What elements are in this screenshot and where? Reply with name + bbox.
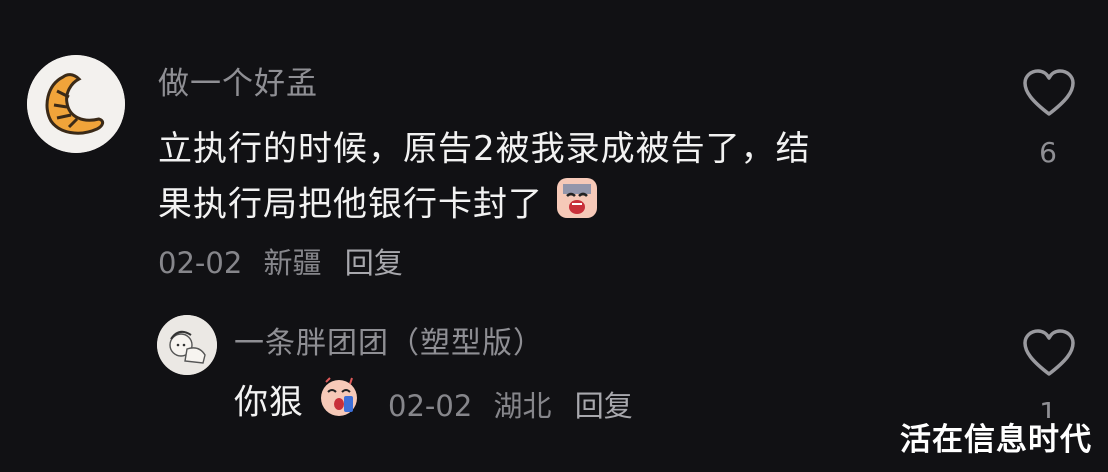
heart-icon: [1023, 69, 1075, 116]
heart-icon: [1023, 329, 1075, 376]
reply-location: 湖北: [493, 389, 552, 423]
comment-text-line-2: 果执行局把他银行卡封了: [158, 176, 599, 236]
comment-text-line-1: 立执行的时候，原告2被我录成被告了，结: [158, 129, 811, 169]
comment-location: 新疆: [263, 246, 322, 280]
sketch-avatar-icon: [157, 315, 217, 375]
comment-date: 02-02: [158, 246, 243, 280]
comment-thread: 做一个好孟 立执行的时候，原告2被我录成被告了，结 果执行局把他银行卡封了 02…: [0, 0, 1108, 472]
like-button[interactable]: [1022, 68, 1076, 122]
comment-meta: 02-02 新疆 回复: [158, 240, 403, 282]
comment-text: 果执行局把他银行卡封了: [158, 184, 543, 225]
reply-reply-button[interactable]: 回复: [575, 389, 633, 423]
reply-avatar[interactable]: [157, 315, 217, 375]
croissant-avatar-icon: [27, 55, 125, 153]
reply-text: 你狠: [234, 382, 304, 423]
reply-date: 02-02: [388, 389, 473, 423]
comment-username[interactable]: 做一个好孟: [158, 58, 318, 103]
comment-reply-button[interactable]: 回复: [345, 246, 403, 280]
reply-meta: 02-02 湖北 回复: [388, 383, 633, 425]
watermark: 活在信息时代: [900, 422, 1092, 458]
like-count: 6: [1039, 136, 1057, 169]
reply-like-button[interactable]: [1022, 328, 1076, 382]
reply-username[interactable]: 一条胖团团（塑型版）: [234, 318, 544, 362]
crying-face-icon: [555, 176, 599, 236]
reply-text-line: 你狠: [234, 374, 362, 434]
avatar[interactable]: [27, 55, 125, 153]
crying-phone-face-icon: [316, 374, 362, 434]
